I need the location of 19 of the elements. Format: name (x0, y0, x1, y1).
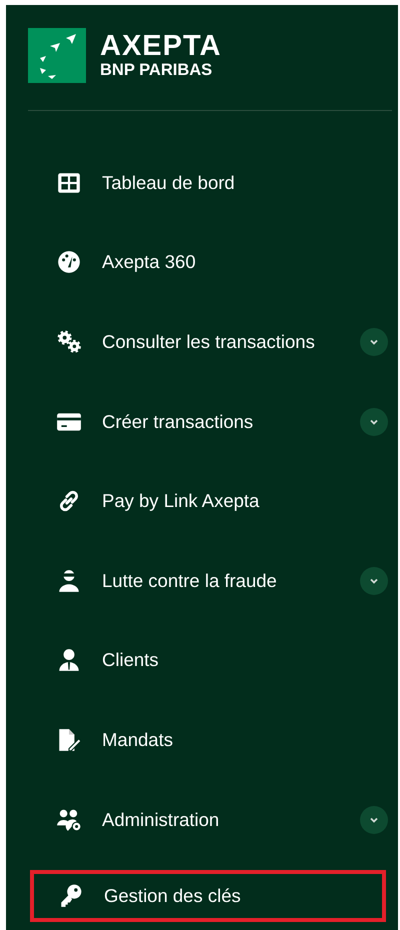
users-gear-icon (56, 806, 82, 833)
expand-button[interactable] (360, 806, 388, 834)
menu-item[interactable]: Axepta 360 (102, 251, 388, 274)
expand-button[interactable] (360, 328, 388, 356)
menu-item[interactable]: Gestion des clés (104, 885, 372, 908)
menu-item[interactable]: Consulter les transactions (102, 330, 340, 353)
menu-item[interactable]: Lutte contre la fraude (102, 570, 340, 592)
gauge-icon (56, 249, 82, 276)
menu-item[interactable]: Tableau de bord (102, 172, 388, 194)
menu-item[interactable]: Créer transactions (102, 410, 340, 433)
gears-icon (56, 328, 82, 355)
menu-item[interactable]: Mandats (102, 728, 388, 751)
expand-button[interactable] (360, 566, 388, 595)
menu-item[interactable]: Clients (102, 649, 388, 672)
brand-subtitle: BNP PARIBAS (100, 61, 214, 79)
expand-button[interactable] (360, 408, 388, 436)
brand-name: AXEPTA (100, 31, 222, 61)
menu-item[interactable]: Administration (102, 808, 340, 831)
menu-item[interactable]: Pay by Link Axepta (102, 490, 388, 512)
